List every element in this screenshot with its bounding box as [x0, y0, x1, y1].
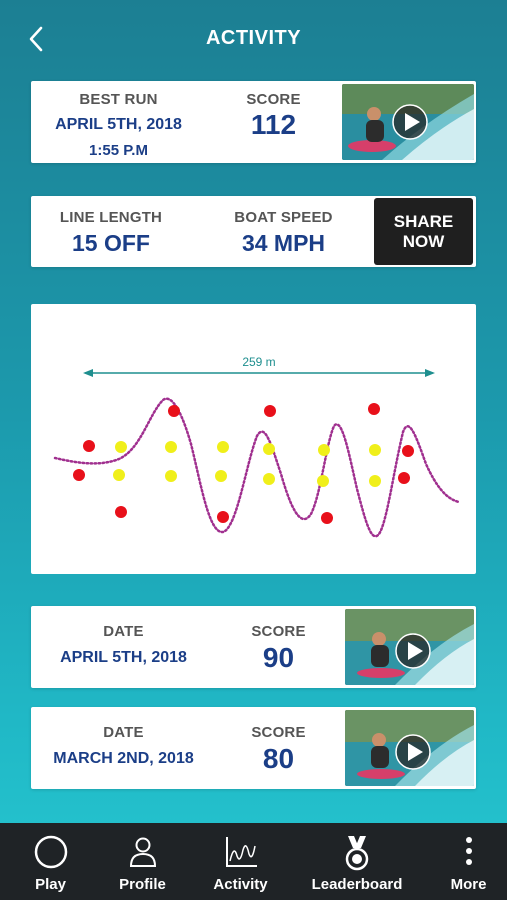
skier-path [53, 397, 461, 538]
play-icon [395, 734, 431, 770]
buoy-yellow [263, 473, 275, 485]
run-score-label: SCORE [251, 724, 306, 741]
app-header: ACTIVITY [0, 0, 507, 78]
run-score-label: SCORE [251, 623, 306, 640]
person-icon [129, 837, 156, 867]
buoy-red [398, 472, 410, 484]
distance-arrow [83, 369, 435, 377]
buoy-red [321, 512, 333, 524]
boat-speed-label: BOAT SPEED [234, 209, 333, 226]
nav-play-label: Play [35, 876, 66, 893]
buoy-yellow [217, 441, 229, 453]
run-score: 90 [262, 642, 295, 673]
nav-more[interactable]: More [430, 823, 507, 900]
nav-activity[interactable]: Activity [190, 823, 291, 900]
more-vertical-icon [465, 837, 472, 865]
buoy-yellow [369, 444, 381, 456]
buoy-yellow [317, 475, 329, 487]
distance-label: 259 m [242, 355, 275, 369]
best-run-label: BEST RUN [79, 91, 158, 108]
bottom-nav: Play Profile Activity Leaderboard More [0, 823, 507, 900]
buoy-red [402, 445, 414, 457]
buoy-yellow [263, 443, 275, 455]
buoy-red [264, 405, 276, 417]
run-score: 80 [262, 743, 295, 774]
best-run-time: 1:55 P.M [89, 142, 148, 159]
best-run-card[interactable]: BEST RUN APRIL 5TH, 2018 1:55 P.M SCORE … [31, 81, 476, 163]
run-card[interactable]: DATE APRIL 5TH, 2018 SCORE 90 [31, 606, 476, 688]
buoy-yellow [165, 441, 177, 453]
run-card[interactable]: DATE MARCH 2ND, 2018 SCORE 80 [31, 707, 476, 789]
best-run-date: APRIL 5TH, 2018 [55, 116, 182, 133]
buoy-yellow [113, 469, 125, 481]
play-icon [392, 104, 428, 140]
best-run-score: 112 [250, 109, 297, 140]
buoy-yellow [115, 441, 127, 453]
play-icon [395, 633, 431, 669]
run-video-thumbnail[interactable] [345, 609, 474, 685]
share-label-line2: NOW [402, 232, 445, 251]
share-now-button[interactable]: SHARE NOW [374, 198, 473, 265]
ski-path-chart: 259 m [31, 304, 476, 574]
best-run-video-thumbnail[interactable] [342, 84, 474, 160]
buoys [73, 403, 414, 524]
run-date: APRIL 5TH, 2018 [60, 649, 187, 666]
nav-leaderboard-label: Leaderboard [311, 876, 403, 893]
ski-path-svg: 259 m [53, 355, 461, 538]
run-stats-card: LINE LENGTH 15 OFF BOAT SPEED 34 MPH SHA… [31, 196, 476, 267]
nav-profile[interactable]: Profile [92, 823, 193, 900]
run-date-label: DATE [103, 623, 144, 640]
line-length-value: 15 OFF [72, 230, 150, 256]
buoy-red [115, 506, 127, 518]
buoy-red [83, 440, 95, 452]
run-video-thumbnail[interactable] [345, 710, 474, 786]
buoy-yellow [215, 470, 227, 482]
nav-play[interactable]: Play [0, 823, 101, 900]
share-label-line1: SHARE [393, 212, 454, 231]
circle-icon [34, 835, 67, 869]
buoy-red [217, 511, 229, 523]
nav-leaderboard[interactable]: Leaderboard [302, 823, 412, 900]
buoy-red [168, 405, 180, 417]
run-date: MARCH 2ND, 2018 [53, 750, 194, 767]
buoy-yellow [165, 470, 177, 482]
chart-icon [225, 837, 257, 867]
best-run-score-label: SCORE [246, 91, 301, 108]
boat-speed-value: 34 MPH [241, 230, 326, 256]
buoy-yellow [369, 475, 381, 487]
buoy-red [368, 403, 380, 415]
buoy-yellow [318, 444, 330, 456]
page-title: ACTIVITY [205, 27, 302, 49]
medal-icon [345, 836, 369, 871]
nav-activity-label: Activity [213, 876, 268, 893]
buoy-red [73, 469, 85, 481]
run-date-label: DATE [103, 724, 144, 741]
nav-profile-label: Profile [119, 876, 166, 893]
line-length-label: LINE LENGTH [59, 209, 163, 226]
nav-more-label: More [450, 876, 487, 893]
